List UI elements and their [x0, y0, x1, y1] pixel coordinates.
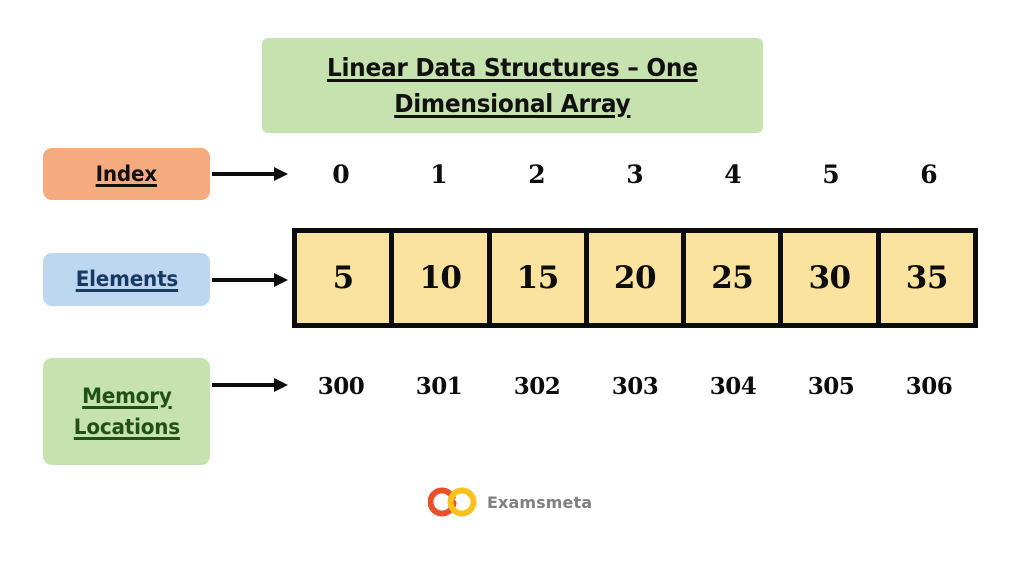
elements-label-text: Elements — [75, 267, 178, 292]
memory-locations-label-text: Memory Locations — [73, 381, 179, 442]
index-label-text: Index — [95, 161, 158, 186]
brand-name: Examsmeta — [487, 492, 593, 512]
index-value: 0 — [332, 159, 350, 189]
index-row: 0 1 2 3 4 5 6 — [292, 158, 978, 190]
memory-location-value: 301 — [415, 372, 463, 400]
memory-locations-label-chip: Memory Locations — [43, 358, 210, 465]
memory-location-value: 303 — [611, 372, 659, 400]
diagram-title-line2: Dimensional Array — [394, 88, 631, 118]
memory-location-value: 306 — [905, 372, 953, 400]
array-cell: 30 — [783, 233, 876, 323]
array-cell: 25 — [686, 233, 779, 323]
memory-location-value: 300 — [317, 372, 365, 400]
array-cell: 10 — [394, 233, 487, 323]
elements-label-chip: Elements — [43, 253, 210, 306]
diagram-title-text: Linear Data Structures – One Dimensional… — [327, 50, 698, 121]
array-cell: 5 — [297, 233, 390, 323]
memory-locations-row: 300 301 302 303 304 305 306 — [292, 370, 978, 402]
elements-arrow-icon — [212, 273, 288, 287]
memory-location-value: 305 — [807, 372, 855, 400]
array-cell: 15 — [491, 233, 584, 323]
memory-label-line2: Locations — [73, 414, 180, 439]
array-cell: 20 — [588, 233, 682, 323]
index-label-chip: Index — [43, 148, 210, 200]
memory-label-line1: Memory — [81, 384, 172, 409]
diagram-title-line1: Linear Data Structures – One — [327, 53, 698, 82]
memory-location-value: 304 — [709, 372, 757, 400]
infinity-logo-icon — [428, 487, 477, 517]
brand-footer: Examsmeta — [428, 487, 592, 517]
index-value: 6 — [920, 159, 938, 189]
array-cell: 35 — [880, 233, 973, 323]
index-value: 5 — [822, 159, 840, 189]
memory-location-value: 302 — [513, 372, 561, 400]
array-container: 5 10 15 20 25 30 35 — [292, 228, 978, 328]
memory-arrow-icon — [212, 378, 288, 392]
index-value: 1 — [430, 159, 448, 189]
index-arrow-icon — [212, 167, 288, 181]
index-value: 3 — [626, 159, 644, 189]
diagram-title-box: Linear Data Structures – One Dimensional… — [262, 38, 763, 133]
diagram-canvas: Linear Data Structures – One Dimensional… — [0, 0, 1024, 576]
index-value: 2 — [528, 159, 546, 189]
index-value: 4 — [724, 159, 742, 189]
